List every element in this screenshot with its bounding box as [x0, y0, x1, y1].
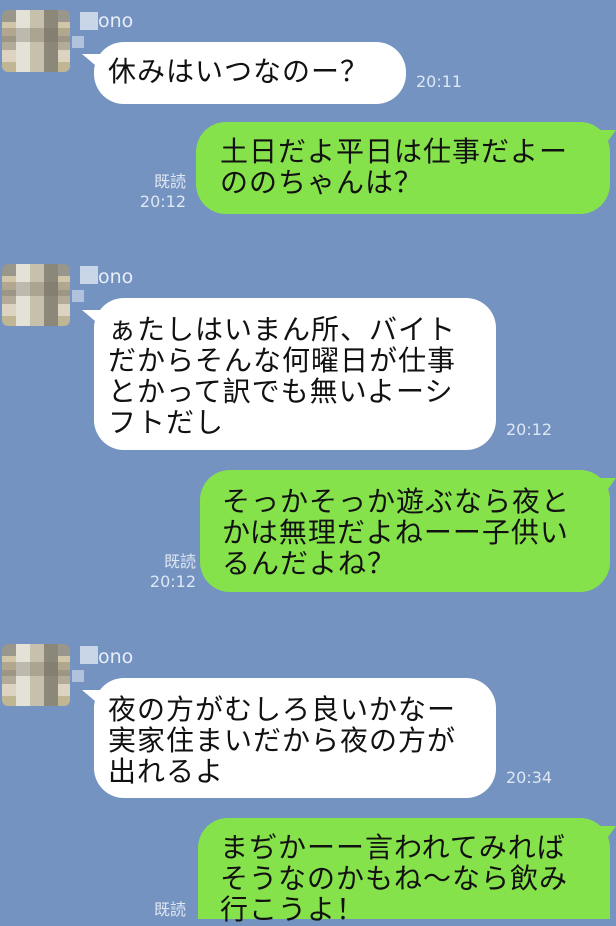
message-time: 20:11 [416, 72, 463, 91]
read-label: 既読 [153, 900, 186, 919]
read-label: 既読 [153, 172, 186, 191]
message-bubble-outgoing[interactable]: 土日だよ平日は仕事だよー ののちゃんは？ [196, 122, 610, 214]
pixelated-name-fragment [80, 12, 98, 30]
message-time: 20:12 [139, 192, 186, 211]
message-bubble-outgoing[interactable]: そっかそっか遊ぶなら夜と かは無理だよねーー子供い るんだよね？ [200, 470, 610, 592]
avatar[interactable] [2, 264, 70, 326]
read-receipt: 既読 20:12 [146, 552, 196, 592]
pixelated-name-fragment [80, 646, 98, 664]
message-time: 20:12 [506, 420, 553, 439]
avatar[interactable] [2, 644, 70, 706]
message-time: 20:12 [149, 572, 196, 591]
message-time: 20:34 [506, 768, 553, 787]
pixelated-name-fragment [80, 266, 98, 284]
avatar[interactable] [2, 10, 70, 72]
read-receipt: 既読 20:12 [136, 172, 186, 212]
message-bubble-incoming[interactable]: ぁたしはいまん所、バイト だからそんな何曜日が仕事 とかって訳でも無いよーシ フ… [94, 298, 496, 450]
pixelated-name-fragment [72, 36, 84, 48]
sender-name: ono [98, 10, 134, 32]
message-bubble-outgoing[interactable]: まぢかーー言われてみれば そうなのかもね〜なら飲み 行こうよ！ [198, 818, 610, 925]
pixelated-name-fragment [72, 670, 84, 682]
message-bubble-incoming[interactable]: 休みはいつなのー？ [94, 42, 406, 104]
sender-name: ono [98, 266, 134, 288]
read-label: 既読 [163, 552, 196, 571]
pixelated-name-fragment [72, 290, 84, 302]
read-receipt: 既読 [136, 900, 186, 920]
sender-name: ono [98, 646, 134, 668]
message-bubble-incoming[interactable]: 夜の方がむしろ良いかなー 実家住まいだから夜の方が 出れるよ [94, 678, 496, 798]
